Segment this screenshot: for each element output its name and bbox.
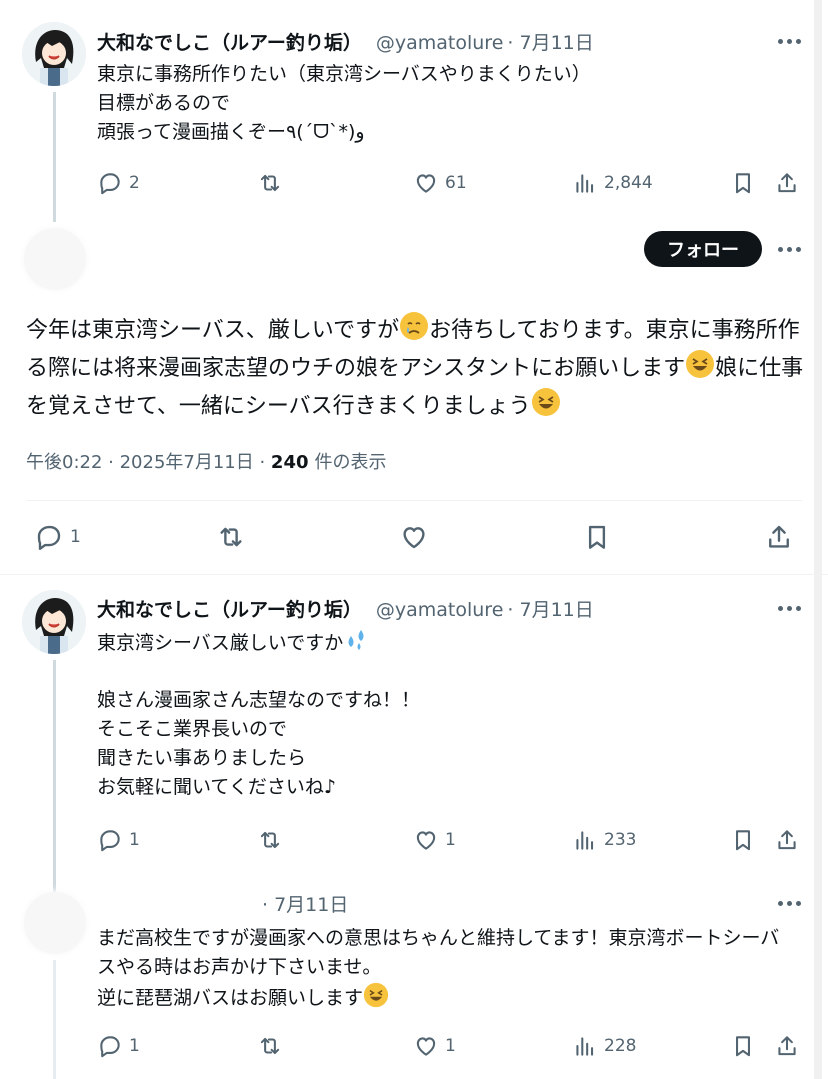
reply-count: 2 xyxy=(129,173,140,193)
reply-button[interactable]: 2 xyxy=(97,168,140,198)
follow-button[interactable]: フォロー xyxy=(644,231,762,267)
views-icon xyxy=(576,831,594,850)
avatar[interactable] xyxy=(24,892,86,954)
retweet-icon xyxy=(260,174,280,192)
share-button[interactable] xyxy=(774,825,800,855)
retweet-button[interactable] xyxy=(257,825,283,855)
retweet-icon xyxy=(260,1037,280,1055)
reply-icon xyxy=(37,525,61,550)
divider xyxy=(0,574,828,575)
like-icon xyxy=(416,174,436,193)
views-button[interactable]: 233 xyxy=(572,825,636,855)
tweet-text: 娘さん漫画家さん志望なのですね！！ そこそこ業界長いので 聞きたい事ありましたら… xyxy=(97,689,421,798)
share-button[interactable] xyxy=(774,168,800,198)
tweet-date[interactable]: · 7月11日 xyxy=(262,890,348,917)
share-button[interactable] xyxy=(774,1031,800,1061)
tweet-text-part-1: 東京湾シーバス厳しいですか xyxy=(97,632,344,654)
tweet-date[interactable]: · 7月11日 xyxy=(507,28,593,55)
views-count: 228 xyxy=(604,1036,637,1056)
avatar-illustration-icon xyxy=(22,590,86,654)
share-icon xyxy=(778,1036,796,1056)
tweet-header: 大和なでしこ（ルアー釣り垢） @yamatolure · 7月11日 xyxy=(97,28,594,55)
bookmark-icon xyxy=(736,1036,750,1057)
bookmark-icon xyxy=(588,525,606,549)
reply-icon xyxy=(100,1036,120,1058)
display-name[interactable]: 大和なでしこ（ルアー釣り垢） xyxy=(97,595,362,622)
bookmark-button[interactable] xyxy=(730,1031,756,1061)
more-options-icon[interactable] xyxy=(776,36,802,46)
views-icon xyxy=(576,1037,594,1056)
tweet-text-part-1: まだ高校生ですが漫画家への意思はちゃんと維持してます！東京湾ボートシーバスやる時… xyxy=(97,927,780,1009)
views-icon xyxy=(576,174,594,193)
display-name[interactable]: 大和なでしこ（ルアー釣り垢） xyxy=(97,28,362,55)
grinning-squinting-face-icon xyxy=(531,388,560,416)
retweet-icon xyxy=(260,831,280,849)
like-count: 1 xyxy=(445,1036,456,1056)
views-label: 件の表示 xyxy=(314,452,387,473)
more-options-icon[interactable] xyxy=(776,244,802,254)
tweet-header: 大和なでしこ（ルアー釣り垢） @yamatolure · 7月11日 xyxy=(97,595,594,622)
reply-count: 1 xyxy=(70,527,81,547)
crying-face-icon xyxy=(400,312,429,340)
avatar[interactable] xyxy=(22,22,86,86)
like-icon xyxy=(416,831,436,850)
views-button[interactable]: 2,844 xyxy=(572,168,653,198)
retweet-button[interactable] xyxy=(257,168,283,198)
reply-button[interactable]: 1 xyxy=(34,522,81,552)
retweet-icon xyxy=(220,527,242,547)
like-count: 61 xyxy=(445,173,467,193)
thread-line xyxy=(53,660,56,900)
tweet-text: 東京に事務所作りたい（東京湾シーバスやりまくりたい） 目標があるので 頑張って漫… xyxy=(97,63,591,143)
like-count: 1 xyxy=(445,830,456,850)
more-options-icon[interactable] xyxy=(776,603,802,613)
retweet-button[interactable] xyxy=(216,522,246,552)
share-button[interactable] xyxy=(764,522,794,552)
like-button[interactable]: 61 xyxy=(413,168,467,198)
bookmark-button[interactable] xyxy=(582,522,612,552)
thread-line xyxy=(53,960,56,1079)
tweet-text-part-1: 今年は東京湾シーバス、厳しいですが xyxy=(26,318,400,343)
sweat-droplets-icon xyxy=(348,630,364,650)
like-button[interactable]: 1 xyxy=(413,1031,456,1061)
share-icon xyxy=(778,830,796,850)
avatar-illustration-icon xyxy=(22,22,86,86)
reply-count: 1 xyxy=(129,1036,140,1056)
scrollbar-track[interactable] xyxy=(814,0,822,1079)
like-icon xyxy=(416,1037,436,1056)
reply-icon xyxy=(100,173,120,195)
views-button[interactable]: 228 xyxy=(572,1031,636,1061)
user-handle[interactable]: @yamatolure xyxy=(376,599,504,621)
bookmark-button[interactable] xyxy=(730,825,756,855)
tweet-text: まだ高校生ですが漫画家への意思はちゃんと維持してます！東京湾ボートシーバスやる時… xyxy=(97,924,797,1013)
like-icon xyxy=(403,527,425,549)
share-icon xyxy=(769,525,789,548)
views-count: 240 xyxy=(270,452,309,473)
tweet-text-line-1: 東京湾シーバス厳しいですか xyxy=(97,627,797,658)
retweet-button[interactable] xyxy=(257,1031,283,1061)
divider xyxy=(26,500,802,501)
share-icon xyxy=(778,173,796,193)
avatar[interactable] xyxy=(22,590,86,654)
avatar[interactable] xyxy=(24,228,86,290)
thread-line xyxy=(53,92,56,222)
reply-count: 1 xyxy=(129,830,140,850)
more-options-icon[interactable] xyxy=(776,898,802,908)
bookmark-button[interactable] xyxy=(730,168,756,198)
bookmark-icon xyxy=(736,173,750,194)
tweet-date[interactable]: · 7月11日 xyxy=(507,595,593,622)
tweet-timestamp: 午後0:22 · 2025年7月11日 · 240 件の表示 xyxy=(26,448,387,474)
reply-icon xyxy=(100,830,120,852)
like-button[interactable]: 1 xyxy=(413,825,456,855)
reply-button[interactable]: 1 xyxy=(97,825,140,855)
grinning-squinting-face-icon xyxy=(686,350,715,378)
grinning-squinting-face-icon xyxy=(363,982,389,1008)
like-button[interactable] xyxy=(399,522,429,552)
views-count: 2,844 xyxy=(604,173,653,193)
reply-button[interactable]: 1 xyxy=(97,1031,140,1061)
post-time[interactable]: 午後0:22 · 2025年7月11日 · xyxy=(26,452,271,473)
user-handle[interactable]: @yamatolure xyxy=(376,32,504,54)
bookmark-icon xyxy=(736,830,750,851)
views-count: 233 xyxy=(604,830,637,850)
tweet-text: 今年は東京湾シーバス、厳しいですが お待ちしております。東京に事務所作る際には将来… xyxy=(26,311,806,425)
